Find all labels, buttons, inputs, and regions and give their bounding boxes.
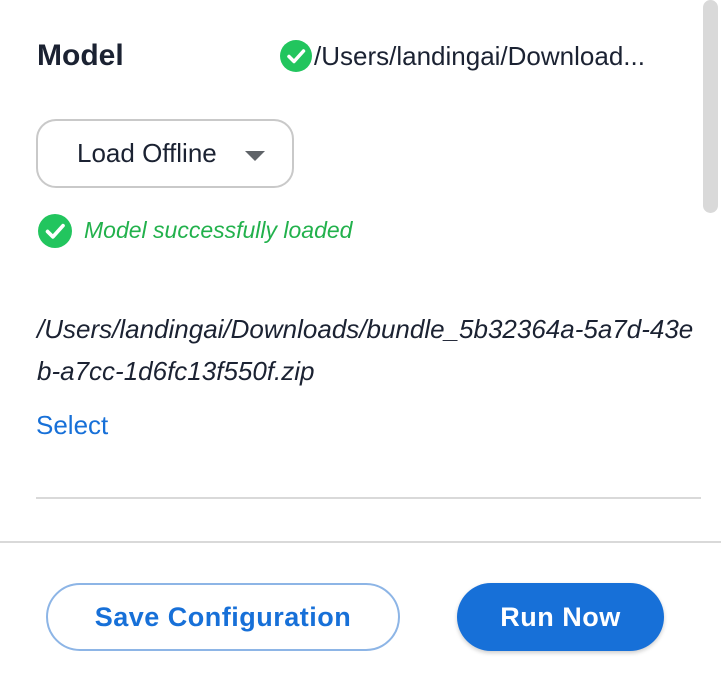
load-mode-select[interactable]: Load Offline <box>36 119 294 188</box>
scroll-area: Model /Users/landingai/Download... Load … <box>0 0 721 541</box>
save-configuration-button[interactable]: Save Configuration <box>46 583 400 651</box>
model-config-panel: Model /Users/landingai/Download... Load … <box>0 0 721 682</box>
scrollbar[interactable] <box>701 0 721 541</box>
section-title: Model <box>37 39 124 72</box>
footer-divider <box>0 541 721 543</box>
load-mode-value: Load Offline <box>77 138 217 168</box>
model-file-path: /Users/landingai/Downloads/bundle_5b3236… <box>37 314 694 386</box>
scrollbar-thumb[interactable] <box>703 0 718 213</box>
load-status: Model successfully loaded <box>38 214 353 248</box>
divider <box>36 497 701 499</box>
caret-down-icon <box>245 151 265 161</box>
check-circle-icon <box>280 40 312 72</box>
run-now-button[interactable]: Run Now <box>457 583 664 651</box>
model-header: Model /Users/landingai/Download... <box>37 36 687 76</box>
model-path-label: /Users/landingai/Download... <box>314 41 645 71</box>
model-status: /Users/landingai/Download... <box>280 40 645 72</box>
check-circle-icon <box>38 214 72 248</box>
status-message: Model successfully loaded <box>84 216 353 243</box>
select-file-link[interactable]: Select <box>36 410 108 441</box>
